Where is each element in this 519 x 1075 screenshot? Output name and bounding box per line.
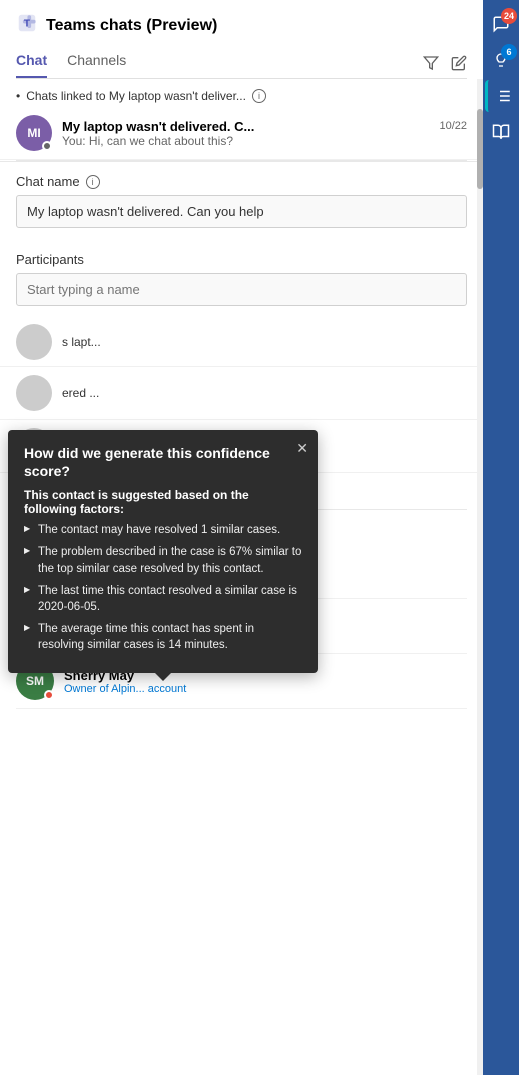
partial-item-2[interactable]: ered ... (0, 367, 483, 420)
chat-section-label: Chats linked to My laptop wasn't deliver… (0, 79, 483, 107)
tab-channels[interactable]: Channels (67, 52, 126, 78)
main-content: T Teams chats (Preview) Chat Channels (0, 0, 483, 1075)
chat-item-name: My laptop wasn't delivered. C... (62, 119, 254, 134)
chat-item-time: 10/22 (439, 120, 467, 132)
chat-name-info-icon[interactable]: i (86, 175, 100, 189)
chat-sidebar-icon[interactable]: 24 (485, 8, 517, 40)
tooltip-title: How did we generate this confidence scor… (24, 444, 302, 480)
participants-input[interactable] (16, 273, 467, 306)
chat-name-label: Chat name i (16, 174, 467, 189)
tooltip-item-4: The average time this contact has spent … (24, 621, 302, 653)
tooltip-arrow (155, 673, 171, 681)
partial-text-1: s lapt... (62, 335, 101, 349)
partial-item-1[interactable]: s lapt... (0, 318, 483, 367)
chat-name-section: Chat name i (0, 161, 483, 240)
chat-item-content: My laptop wasn't delivered. C... 10/22 Y… (62, 119, 467, 148)
tooltip-close-button[interactable]: ✕ (296, 440, 308, 457)
sherry-role: Owner of Alpin... account (64, 683, 186, 695)
sherry-status (44, 690, 54, 700)
app-title: Teams chats (Preview) (46, 17, 217, 35)
sherry-role-link[interactable]: Alpin... (111, 683, 145, 695)
confidence-tooltip: ✕ How did we generate this confidence sc… (8, 430, 318, 673)
chat-list-item[interactable]: MI My laptop wasn't delivered. C... 10/2… (0, 107, 483, 160)
chat-section-info-icon[interactable]: i (252, 89, 266, 103)
tooltip-item-1: The contact may have resolved 1 similar … (24, 522, 302, 538)
chat-item-header: My laptop wasn't delivered. C... 10/22 (62, 119, 467, 134)
book-sidebar-icon[interactable] (485, 116, 517, 148)
svg-text:T: T (24, 19, 31, 30)
header-tabs: Chat Channels (16, 52, 467, 79)
tooltip-subtitle: This contact is suggested based on the f… (24, 488, 302, 516)
participants-section: Participants (0, 240, 483, 318)
header: T Teams chats (Preview) Chat Channels (0, 0, 483, 79)
list-sidebar-icon[interactable] (485, 80, 517, 112)
participants-label: Participants (16, 252, 467, 267)
chat-name-input[interactable] (16, 195, 467, 228)
filter-icon[interactable] (423, 55, 439, 76)
avatar: MI (16, 115, 52, 151)
bulb-sidebar-icon[interactable]: 6 (485, 44, 517, 76)
chat-badge: 24 (501, 8, 517, 24)
tab-chat[interactable]: Chat (16, 52, 47, 78)
bulb-badge: 6 (501, 44, 517, 60)
avatar-status (42, 141, 52, 151)
chat-item-preview: You: Hi, can we chat about this? (62, 134, 467, 148)
right-sidebar: 24 6 (483, 0, 519, 1075)
partial-text-2: ered ... (62, 386, 99, 400)
compose-icon[interactable] (451, 55, 467, 76)
teams-logo: T (16, 12, 38, 40)
tooltip-item-2: The problem described in the case is 67%… (24, 544, 302, 576)
tooltip-list: The contact may have resolved 1 similar … (24, 522, 302, 653)
header-actions (423, 55, 467, 76)
tooltip-item-3: The last time this contact resolved a si… (24, 583, 302, 615)
header-title-bar: T Teams chats (Preview) (16, 12, 467, 40)
